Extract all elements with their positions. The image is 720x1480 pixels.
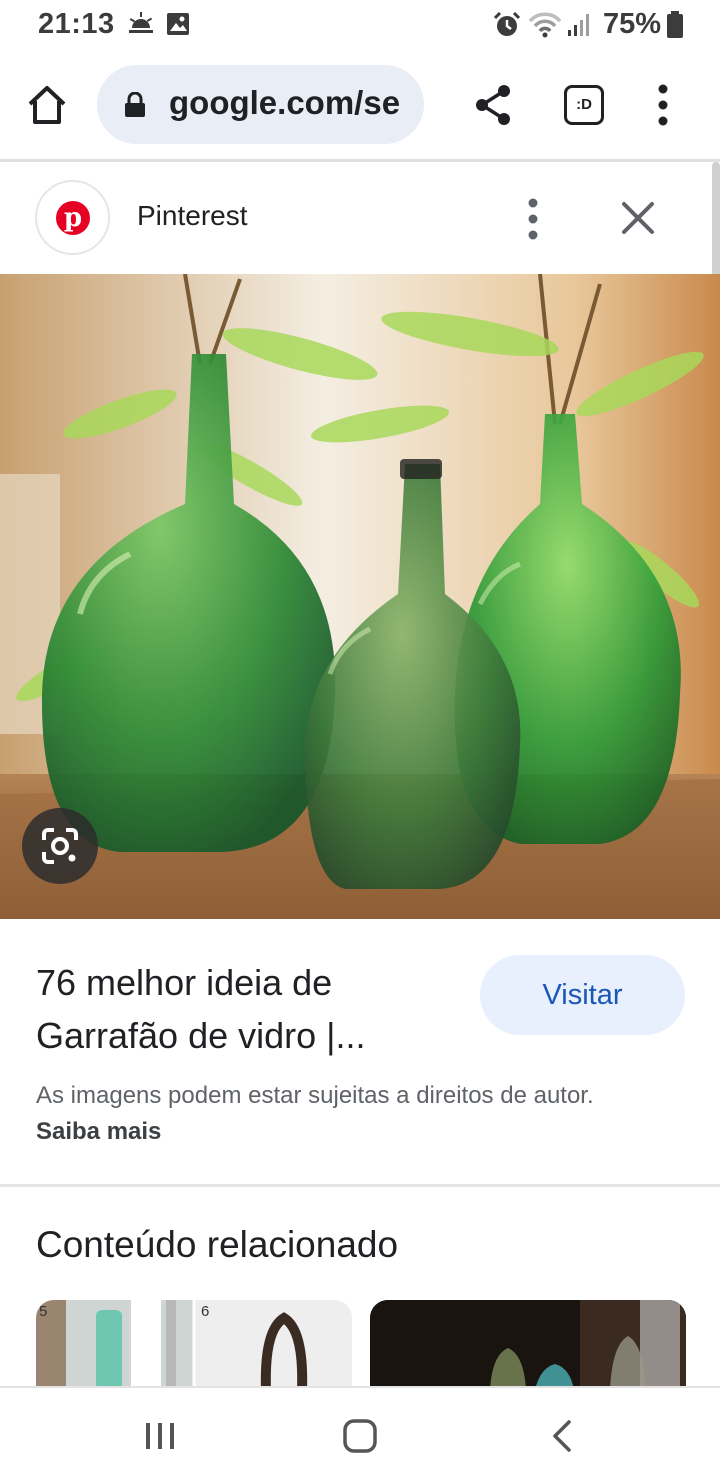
related-image-1	[36, 1300, 352, 1390]
url-text: google.com/se	[169, 84, 401, 121]
signal-icon	[568, 14, 589, 36]
source-name[interactable]: Pinterest	[137, 200, 248, 232]
source-header: p Pinterest	[0, 162, 720, 274]
wifi-icon	[528, 12, 562, 38]
lens-icon	[42, 828, 78, 864]
home-icon[interactable]	[24, 82, 70, 128]
section-divider	[0, 1184, 720, 1187]
browser-toolbar: google.com/se :D	[0, 52, 720, 158]
system-navigation-bar	[0, 1386, 720, 1480]
status-bar: 21:13 75%	[0, 0, 720, 50]
visit-button[interactable]: Visitar	[480, 955, 685, 1035]
result-image[interactable]	[0, 274, 720, 919]
tab-switcher-button[interactable]: :D	[564, 85, 604, 125]
nav-home-icon[interactable]	[343, 1419, 377, 1453]
green-bottles-photo	[0, 274, 720, 919]
lock-icon	[125, 92, 145, 117]
learn-more-link[interactable]: Saiba mais	[36, 1118, 161, 1145]
battery-icon	[667, 11, 683, 38]
result-title[interactable]: 76 melhor ideia de Garrafão de vidro |..…	[36, 956, 456, 1062]
battery-percent: 75%	[603, 8, 662, 40]
status-time: 21:13	[38, 8, 115, 40]
copyright-notice: As imagens podem estar sujeitas a direit…	[36, 1078, 636, 1150]
thumbnail-number-label: 6	[201, 1303, 210, 1320]
gallery-icon	[167, 13, 189, 35]
related-content-heading: Conteúdo relacionado	[36, 1224, 399, 1265]
related-thumbnail[interactable]	[370, 1300, 686, 1390]
thumbnail-number-label: 5	[39, 1303, 48, 1320]
alarm-icon	[494, 12, 520, 36]
more-options-icon[interactable]	[518, 196, 548, 242]
sunrise-icon	[129, 12, 153, 33]
recent-apps-icon[interactable]	[143, 1421, 177, 1451]
related-thumbnail[interactable]: 5 6	[36, 1300, 352, 1390]
pinterest-logo[interactable]: p	[35, 180, 110, 255]
related-image-2	[370, 1300, 686, 1390]
share-icon[interactable]	[470, 82, 516, 128]
google-lens-button[interactable]	[22, 808, 98, 884]
overflow-menu-icon[interactable]	[648, 82, 678, 128]
back-icon[interactable]	[549, 1419, 575, 1453]
copyright-text: As imagens podem estar sujeitas a direit…	[36, 1082, 594, 1109]
address-bar[interactable]: google.com/se	[97, 65, 424, 144]
close-icon[interactable]	[616, 196, 660, 240]
pinterest-p-icon: p	[56, 201, 90, 235]
